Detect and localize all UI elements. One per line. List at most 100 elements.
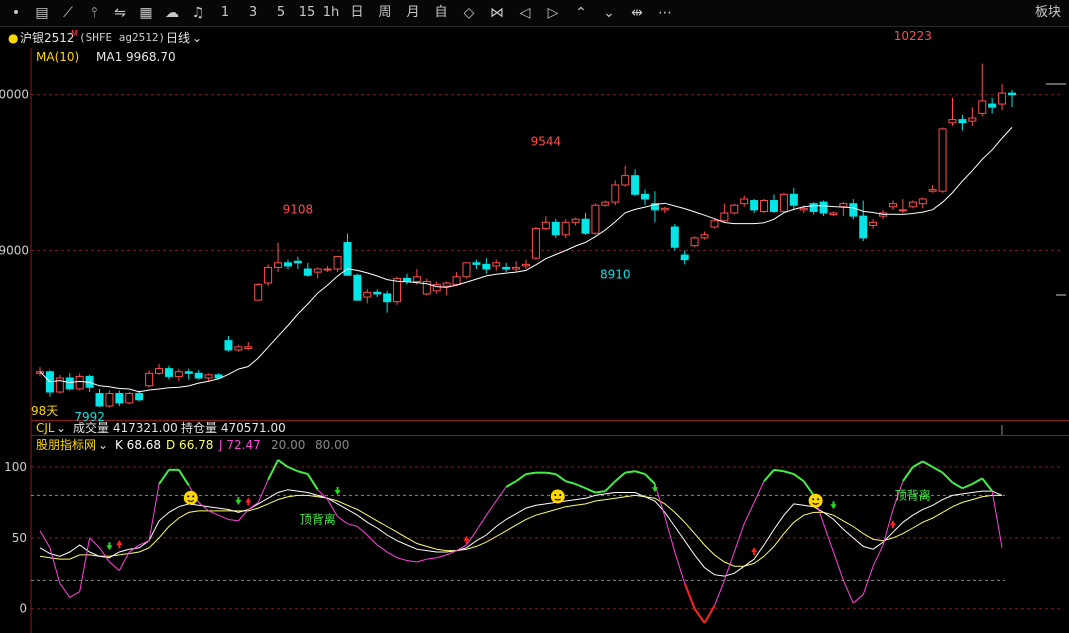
candle-body [333,256,342,270]
smiley-icon [550,489,565,504]
j-line-segment [406,560,417,563]
price-annotation: 10223 [894,29,932,43]
j-line-segment [763,469,775,482]
ma-value: MA1 9968.70 [96,50,176,64]
j-line-segment [545,471,556,476]
j-line-segment [625,470,636,474]
j-line-segment [485,500,497,516]
j-line-segment [267,459,279,481]
candle-body [274,262,283,268]
j-line-segment [178,469,190,486]
smiley-eye [812,498,815,501]
candle-body [670,226,679,248]
golden-cross-arrow-icon [116,540,123,549]
candle-body [512,266,521,270]
j-line-segment [347,523,358,528]
candle-body [531,228,540,259]
j-line-segment [664,516,676,553]
candle-body [918,198,927,205]
candle-body [472,262,481,265]
price-annotation: 9544 [531,135,562,149]
candle-body [105,393,114,407]
j-line-segment [793,473,805,482]
j-line-segment [416,558,427,563]
golden-cross-arrow-icon [889,520,896,529]
candle-body [690,237,699,247]
ma-indicator-name: MA(10) [36,50,79,64]
j-line-segment [683,582,696,610]
candle-body [869,221,878,226]
smiley-eye [192,495,195,498]
dead-cross-arrow-icon [830,501,837,510]
candle-body [849,203,858,217]
j-line-segment [693,608,706,624]
volume-value: 成交量 417321.00 [73,420,178,435]
j-value: J 72.47 [218,438,261,452]
j-line-segment [604,480,616,492]
k-line [39,489,1003,577]
candle-body [204,374,213,379]
j-line-segment [396,557,408,562]
candle-body [492,262,501,267]
candle-body [115,393,124,404]
j-line-segment [912,460,924,468]
candle-body [988,103,997,108]
j-line-segment [614,471,626,482]
j-line-segment [842,580,854,604]
j-line-segment [852,594,864,604]
j-line-segment [306,473,319,491]
j-line-segment [466,530,477,546]
candle-body [611,184,620,203]
candle-body [680,254,689,261]
candle-body [898,209,907,212]
chevron-down-icon: ⌄ [98,438,108,452]
j-line-segment [515,473,527,482]
j-line-segment [426,557,437,560]
candle-body [789,193,798,206]
candle-body [760,200,769,212]
candle-body [928,189,937,192]
candle-body [303,268,312,276]
j-line-segment [297,470,309,476]
j-line-segment [376,544,388,553]
j-line-segment [317,489,328,500]
j-line-segment [59,582,71,598]
candle-body [859,215,868,239]
candle-body [184,371,193,374]
candle-body [888,203,897,208]
chevron-down-icon: ⌄ [56,421,66,435]
j-line-segment [277,459,289,468]
golden-cross-arrow-icon [751,547,758,556]
candle-body [809,203,818,212]
candle-body [234,346,243,351]
candle-body [631,175,640,195]
candle-body [740,198,749,205]
candle-body [769,200,778,212]
divergence-label: 顶背离 [895,488,931,503]
smiley-eye [559,493,562,496]
candle-body [402,277,411,282]
j-line-segment [634,470,646,476]
j-line-segment [218,514,229,520]
smiley-eye [817,498,820,501]
j-line-segment [932,466,944,474]
candle-body [750,200,759,211]
candle-body [383,293,392,303]
level-20-label: 20.00 [271,438,305,452]
j-line-segment [981,477,993,492]
candle-body [164,368,173,377]
candle-body [829,212,838,216]
j-line-segment [39,530,51,549]
j-line-segment [773,468,785,473]
candle-body [244,346,253,349]
j-line-segment [525,471,537,476]
candle-body [1008,92,1016,96]
candle-body [254,284,263,301]
j-line-segment [436,554,447,559]
smiley-eye [187,495,190,498]
candle-body [551,221,560,236]
candle-body [819,201,828,214]
j-line-segment [148,483,160,541]
j-line-segment [575,483,586,490]
j-line-segment [971,477,983,485]
